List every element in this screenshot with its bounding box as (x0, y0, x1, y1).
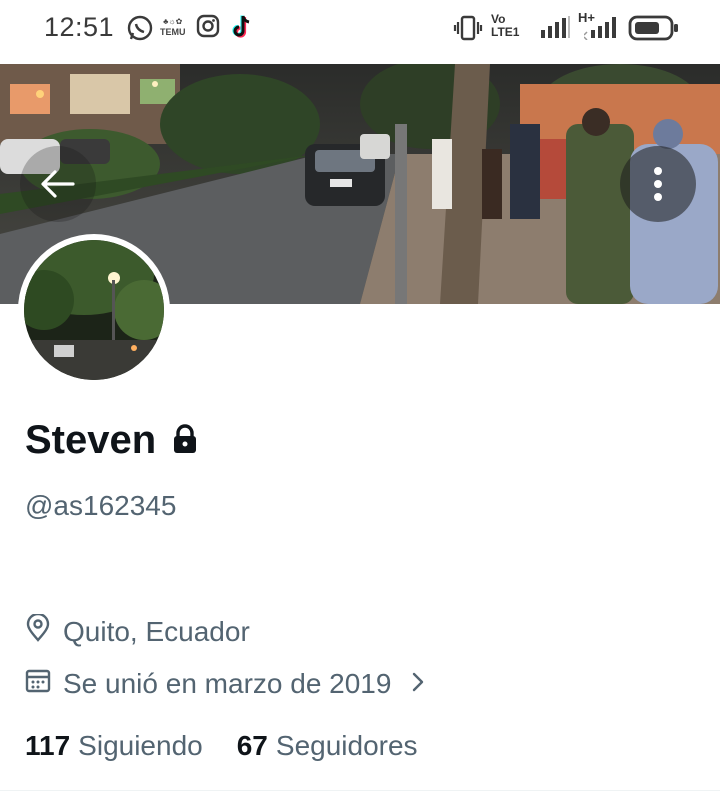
whatsapp-icon (126, 14, 154, 47)
joined-label: Se unió en marzo de 2019 (63, 667, 392, 699)
vibrate-icon (453, 14, 483, 47)
avatar-photo (24, 240, 164, 380)
profile-stats: 117 Siguiendo 67 Seguidores (25, 730, 452, 762)
calendar-icon (25, 667, 51, 700)
location-label: Quito, Ecuador (63, 615, 250, 647)
profile-joined[interactable]: Se unió en marzo de 2019 (25, 667, 425, 700)
arrow-left-icon (41, 170, 75, 198)
status-time: 12:51 (44, 12, 115, 42)
divider (0, 790, 720, 791)
profile-handle: @as162345 (25, 490, 177, 521)
battery-icon (628, 15, 680, 46)
followers-label: Seguidores (275, 730, 418, 761)
back-button[interactable] (20, 146, 96, 222)
instagram-icon (196, 14, 220, 43)
following-count: 117 (25, 730, 71, 761)
following-label: Siguiendo (78, 730, 203, 761)
temu-icon: ♣☼✿ TEMU (160, 17, 186, 37)
chevron-right-icon (411, 668, 425, 700)
signal-icon-2 (583, 14, 620, 45)
status-bar: 12:51 ♣☼✿ TEMU Vo LTE1 H+ (0, 0, 720, 62)
avatar[interactable] (18, 234, 170, 386)
lock-icon (172, 424, 198, 459)
signal-icon (540, 14, 572, 45)
followers-count: 67 (236, 730, 268, 761)
followers-link[interactable]: 67 Seguidores (237, 730, 418, 762)
profile-location: Quito, Ecuador (25, 612, 250, 649)
more-options-button[interactable] (620, 146, 696, 222)
profile-name: Steven (25, 418, 157, 462)
volte-indicator: Vo LTE1 (491, 12, 520, 39)
more-vertical-icon (654, 167, 662, 201)
location-pin-icon (25, 612, 51, 649)
profile-name-row: Steven (25, 418, 198, 463)
tiktok-icon (230, 14, 254, 45)
following-link[interactable]: 117 Siguiendo (25, 730, 203, 762)
